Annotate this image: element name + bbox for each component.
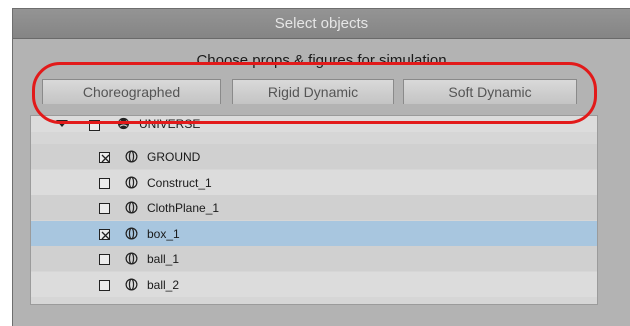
tree-row[interactable]: ClothPlane_1	[31, 195, 597, 220]
prop-icon	[125, 278, 138, 290]
globe-icon	[117, 117, 130, 130]
universe-checkbox[interactable]	[89, 120, 100, 131]
tree-row-universe[interactable]: UNIVERSE	[31, 116, 597, 132]
prop-icon	[125, 201, 138, 214]
object-tree: UNIVERSE GROUND Construct_1 ClothPlane_1bo…	[30, 115, 598, 305]
tree-label: Construct_1	[147, 175, 212, 190]
object-checkbox[interactable]	[99, 228, 110, 240]
tree-label: UNIVERSE	[139, 117, 201, 131]
tree-label: box_1	[147, 226, 180, 241]
check-x-icon	[101, 231, 110, 239]
tree-row[interactable]: ball_1	[31, 246, 597, 271]
tree-row[interactable]: GROUND	[31, 144, 597, 169]
tree-row[interactable]: box_1	[31, 220, 597, 246]
prop-icon	[125, 176, 138, 188]
object-checkbox[interactable]	[99, 177, 110, 189]
object-checkbox[interactable]	[99, 279, 110, 291]
tree-label: GROUND	[147, 150, 201, 164]
dialog-subtitle: Choose props & figures for simulation	[196, 52, 447, 69]
prop-icon	[125, 227, 138, 239]
tree-row[interactable]: Construct_1	[31, 169, 597, 195]
prop-icon	[125, 150, 138, 163]
expand-arrow-icon[interactable]	[56, 120, 68, 127]
tree-label: ball_2	[147, 277, 180, 292]
tree-label: ClothPlane_1	[147, 201, 220, 215]
tree-row[interactable]: ball_2	[31, 271, 597, 297]
object-checkbox[interactable]	[99, 254, 110, 265]
object-checkbox[interactable]	[99, 203, 110, 214]
tab-bar: Choreographed Rigid Dynamic Soft Dynamic	[42, 79, 580, 105]
tree-label: ball_1	[147, 252, 180, 266]
object-checkbox[interactable]	[99, 152, 110, 163]
tab-rigid-dynamic[interactable]: Rigid Dynamic	[232, 79, 394, 104]
tab-choreographed[interactable]: Choreographed	[42, 79, 221, 104]
prop-icon	[125, 252, 138, 265]
tab-soft-dynamic[interactable]: Soft Dynamic	[403, 79, 577, 104]
window-title: Select objects	[13, 9, 630, 39]
check-x-icon	[101, 154, 110, 163]
